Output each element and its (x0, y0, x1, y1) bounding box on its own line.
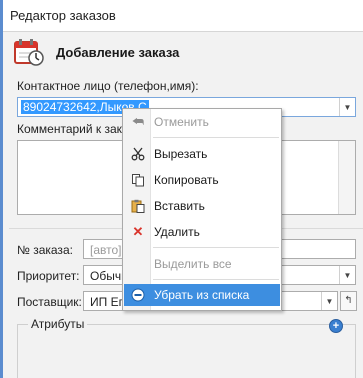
form-header: Добавление заказа (9, 34, 363, 70)
menu-item-delete[interactable]: ✕ Удалить (124, 221, 280, 243)
menu-item-label: Вставить (154, 199, 205, 213)
chevron-down-icon[interactable]: ▼ (339, 98, 355, 116)
menu-item-undo[interactable]: ⮪ Отменить (124, 111, 280, 133)
paste-icon (130, 199, 146, 213)
menu-item-copy[interactable]: Копировать (124, 169, 280, 191)
supplier-reset-button[interactable]: ↰ (340, 291, 357, 311)
undo-icon: ⮪ (131, 114, 145, 129)
context-menu: ⮪ Отменить Вырезать Копировать Вставить … (122, 108, 282, 311)
chevron-down-icon[interactable]: ▼ (321, 292, 337, 310)
menu-item-label: Убрать из списка (154, 288, 250, 302)
chevron-down-icon[interactable]: ▼ (339, 266, 355, 284)
order-number-label: № заказа: (17, 243, 73, 257)
menu-separator (153, 279, 279, 280)
contact-label: Контактное лицо (телефон,имя): (17, 79, 199, 93)
copy-icon (130, 173, 146, 187)
menu-separator (153, 137, 279, 138)
supplier-label: Поставщик: (17, 295, 82, 309)
menu-separator (153, 247, 279, 248)
menu-item-label: Копировать (154, 173, 219, 187)
menu-item-label: Вырезать (154, 147, 208, 161)
menu-item-label: Отменить (154, 115, 209, 129)
menu-item-select-all[interactable]: Выделить все (124, 253, 280, 275)
comment-scrollbar[interactable] (338, 141, 355, 214)
menu-item-paste[interactable]: Вставить (124, 195, 280, 217)
delete-icon: ✕ (132, 224, 144, 239)
cut-icon (130, 147, 146, 161)
priority-label: Приоритет: (17, 269, 80, 283)
menu-item-label: Удалить (154, 225, 200, 239)
menu-item-cut[interactable]: Вырезать (124, 143, 280, 165)
page-title: Добавление заказа (56, 45, 180, 60)
menu-item-label: Выделить все (154, 257, 232, 271)
attributes-group (17, 324, 356, 378)
remove-icon (130, 288, 146, 302)
attributes-label: Атрибуты (28, 317, 88, 331)
window-title: Редактор заказов (10, 8, 116, 23)
menu-item-remove-from-list[interactable]: Убрать из списка (124, 284, 280, 306)
calendar-icon (14, 39, 44, 66)
add-attribute-icon[interactable]: + (329, 319, 343, 333)
title-bar[interactable]: Редактор заказов (3, 0, 363, 32)
order-number-placeholder: [авто] (90, 243, 122, 257)
